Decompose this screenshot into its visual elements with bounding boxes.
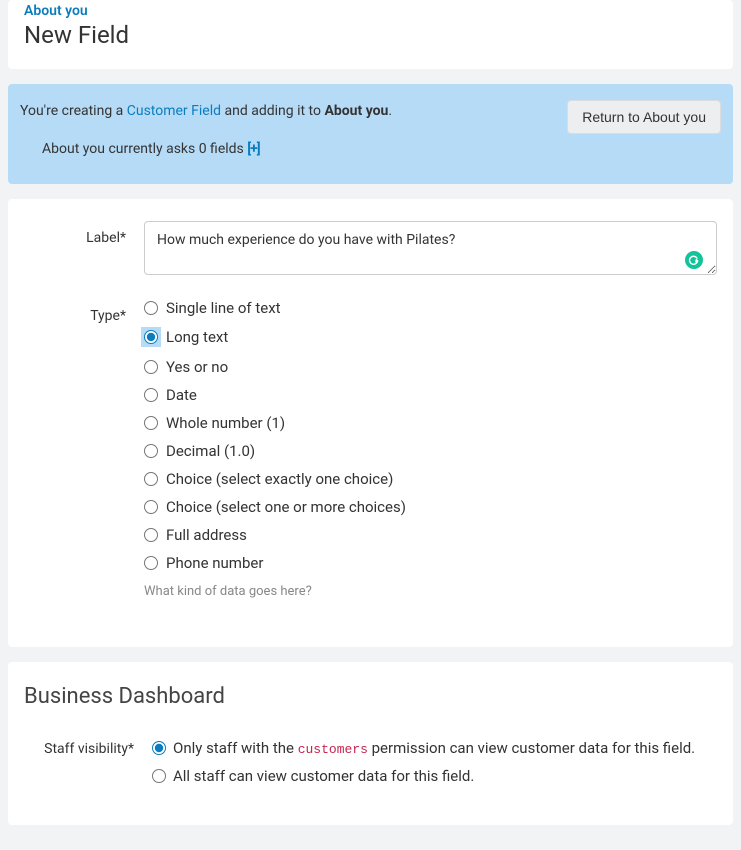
vis-opt1-suffix: permission can view customer data for th… — [368, 739, 695, 757]
type-radio-list: Single line of text Long text Yes or no — [144, 299, 717, 572]
type-radio-highlight — [141, 327, 161, 347]
label-row: Label* — [24, 221, 717, 279]
type-label-3: Date — [166, 386, 197, 404]
type-radio-phone[interactable] — [144, 556, 158, 570]
type-option-whole-number[interactable]: Whole number (1) — [144, 414, 717, 432]
grammarly-svg — [688, 254, 700, 266]
type-radio-whole-number[interactable] — [144, 416, 158, 430]
type-label-5: Decimal (1.0) — [166, 442, 255, 460]
header-card: About you New Field — [8, 0, 733, 69]
visibility-option-all[interactable]: All staff can view customer data for thi… — [152, 767, 717, 785]
visibility-radio-restricted[interactable] — [152, 741, 166, 755]
type-label-6: Choice (select exactly one choice) — [166, 470, 393, 488]
type-label-7: Choice (select one or more choices) — [166, 498, 406, 516]
info-text: You're creating a Customer Field and add… — [20, 100, 392, 162]
type-radio-choice-one[interactable] — [144, 472, 158, 486]
type-option-decimal[interactable]: Decimal (1.0) — [144, 442, 717, 460]
info-mid: and adding it to — [221, 103, 324, 119]
info-line2-text: About you currently asks 0 fields — [42, 141, 247, 157]
page-title: New Field — [24, 21, 717, 49]
info-strong: About you — [324, 103, 388, 119]
type-help-text: What kind of data goes here? — [144, 584, 717, 599]
type-radio-date[interactable] — [144, 388, 158, 402]
visibility-label-0: Only staff with the customers permission… — [173, 739, 695, 757]
label-field-label: Label* — [24, 221, 144, 246]
info-line2: About you currently asks 0 fields [+] — [42, 138, 392, 162]
type-label-2: Yes or no — [166, 358, 228, 376]
vis-opt1-code: customers — [298, 742, 368, 757]
expand-icon[interactable]: [+] — [247, 141, 259, 157]
type-radio-long-text[interactable] — [144, 330, 158, 344]
customer-field-link[interactable]: Customer Field — [127, 103, 221, 119]
visibility-radio-all[interactable] — [152, 769, 166, 783]
visibility-label: Staff visibility* — [24, 739, 152, 757]
info-banner: You're creating a Customer Field and add… — [8, 84, 733, 184]
type-option-date[interactable]: Date — [144, 386, 717, 404]
label-input-wrap — [144, 221, 717, 279]
type-option-phone[interactable]: Phone number — [144, 554, 717, 572]
type-radio-full-address[interactable] — [144, 528, 158, 542]
type-radio-choice-many[interactable] — [144, 500, 158, 514]
visibility-row: Staff visibility* Only staff with the cu… — [24, 739, 717, 795]
type-option-choice-one[interactable]: Choice (select exactly one choice) — [144, 470, 717, 488]
visibility-label-1: All staff can view customer data for thi… — [173, 767, 474, 785]
visibility-option-restricted[interactable]: Only staff with the customers permission… — [152, 739, 717, 757]
type-field-label: Type* — [24, 299, 144, 324]
grammarly-icon[interactable] — [685, 251, 703, 269]
dashboard-card: Business Dashboard Staff visibility* Onl… — [8, 662, 733, 825]
type-option-long-text[interactable]: Long text — [144, 327, 228, 347]
type-option-choice-many[interactable]: Choice (select one or more choices) — [144, 498, 717, 516]
type-label-4: Whole number (1) — [166, 414, 285, 432]
info-prefix: You're creating a — [20, 103, 127, 119]
type-option-yes-no[interactable]: Yes or no — [144, 358, 717, 376]
type-option-full-address[interactable]: Full address — [144, 526, 717, 544]
visibility-control: Only staff with the customers permission… — [152, 739, 717, 795]
return-button[interactable]: Return to About you — [567, 100, 721, 134]
label-input[interactable] — [144, 221, 717, 275]
vis-opt1-prefix: Only staff with the — [173, 739, 298, 757]
type-row: Type* Single line of text Long text — [24, 299, 717, 599]
breadcrumb[interactable]: About you — [24, 3, 717, 19]
info-suffix: . — [388, 103, 392, 119]
type-label-0: Single line of text — [166, 299, 281, 317]
type-radio-single-line[interactable] — [144, 301, 158, 315]
type-radio-yes-no[interactable] — [144, 360, 158, 374]
type-label-1: Long text — [166, 328, 228, 346]
field-form-card: Label* Type* Single line of text — [8, 199, 733, 647]
type-option-single-line[interactable]: Single line of text — [144, 299, 717, 317]
type-radio-decimal[interactable] — [144, 444, 158, 458]
info-line1: You're creating a Customer Field and add… — [20, 100, 392, 124]
type-label-8: Full address — [166, 526, 247, 544]
type-control: Single line of text Long text Yes or no — [144, 299, 717, 599]
dashboard-title: Business Dashboard — [24, 684, 717, 709]
type-label-9: Phone number — [166, 554, 263, 572]
